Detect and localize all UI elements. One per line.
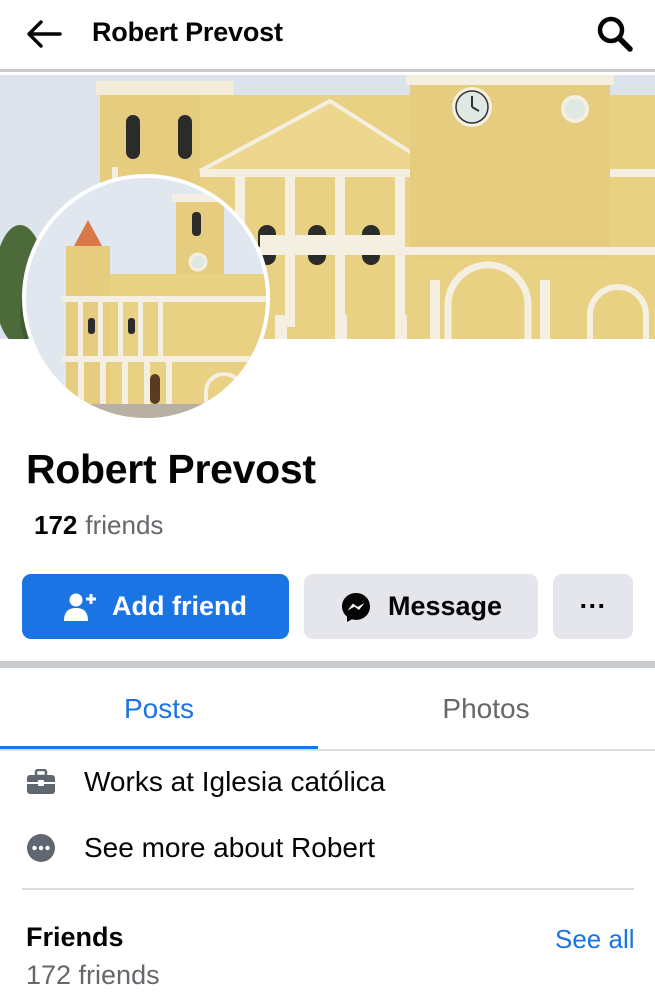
section-divider	[22, 888, 634, 890]
add-friend-icon	[64, 593, 96, 621]
back-button[interactable]	[22, 14, 66, 54]
message-label: Message	[387, 591, 503, 621]
friends-heading: Friends	[26, 922, 124, 952]
section-separator	[0, 661, 655, 668]
about-work-row: Works at Iglesia católica	[0, 754, 655, 810]
briefcase-icon	[27, 769, 55, 794]
see-all-link[interactable]: See all	[555, 924, 635, 955]
cathedral-avatar-image	[26, 178, 266, 418]
top-bar: Robert Prevost	[0, 0, 655, 72]
add-friend-label: Add friend	[112, 591, 247, 621]
friends-count: 172	[34, 510, 78, 540]
arrow-left-icon	[27, 20, 62, 48]
search-icon	[597, 16, 633, 52]
friends-word: friends	[85, 510, 164, 540]
profile-avatar[interactable]	[22, 174, 270, 422]
more-dots-icon: ···	[579, 591, 607, 621]
tabs-divider	[0, 749, 655, 751]
friends-count-line[interactable]: 172 friends	[34, 510, 163, 541]
add-friend-button[interactable]: Add friend	[22, 574, 289, 639]
profile-name: Robert Prevost	[26, 446, 316, 492]
see-more-about-row[interactable]: See more about Robert	[0, 820, 655, 876]
friends-subtitle: 172 friends	[26, 960, 160, 990]
message-button[interactable]: Message	[304, 574, 538, 639]
see-more-text: See more about Robert	[84, 832, 376, 863]
tab-photos[interactable]: Photos	[327, 669, 645, 749]
messenger-icon	[341, 592, 370, 622]
work-text: Works at Iglesia católica	[84, 766, 386, 797]
more-circle-icon	[27, 834, 55, 862]
page-title: Robert Prevost	[92, 17, 283, 47]
search-button[interactable]	[592, 12, 638, 56]
tab-posts[interactable]: Posts	[0, 669, 318, 749]
more-options-button[interactable]: ···	[553, 574, 633, 639]
